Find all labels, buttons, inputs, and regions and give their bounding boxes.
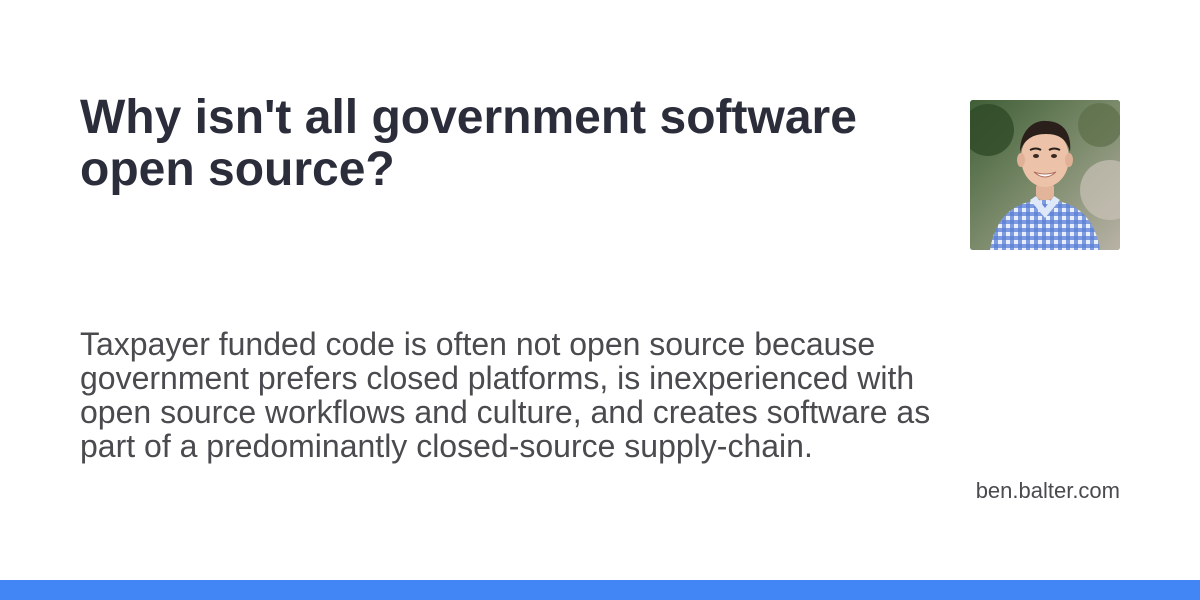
accent-bar <box>0 580 1200 600</box>
avatar <box>970 100 1120 250</box>
page-title: Why isn't all government software open s… <box>80 91 857 196</box>
site-url: ben.balter.com <box>975 478 1120 503</box>
social-card: Why isn't all government software open s… <box>0 0 1200 600</box>
page-description: Taxpayer funded code is often not open s… <box>80 326 931 464</box>
